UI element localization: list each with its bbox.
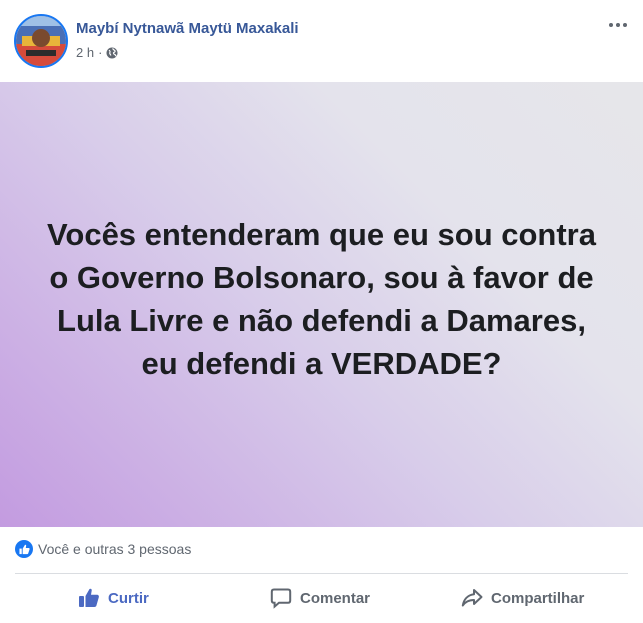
like-label: Curtir [108, 589, 149, 607]
more-dot [623, 23, 627, 27]
post-header: Maybí Nytnawã Maytü Maxakali 2 h · [0, 0, 643, 80]
share-icon [461, 587, 483, 609]
divider [15, 573, 628, 574]
facebook-post: Maybí Nytnawã Maytü Maxakali 2 h · Vocês… [0, 0, 643, 623]
post-content-background: Vocês entenderam que eu sou contra o Gov… [0, 82, 643, 527]
meta-separator: · [98, 45, 103, 60]
like-icon [15, 540, 33, 558]
comment-label: Comentar [300, 589, 371, 607]
avatar[interactable] [14, 14, 68, 68]
share-label: Compartilhar [491, 589, 585, 607]
post-timestamp[interactable]: 2 h [76, 45, 94, 60]
reactions-summary[interactable]: Você e outras 3 pessoas [15, 537, 191, 561]
post-actions: Curtir Comentar Compartilhar [0, 578, 643, 618]
more-dot [609, 23, 613, 27]
more-options-button[interactable] [605, 16, 631, 34]
post-meta: 2 h · [76, 45, 118, 60]
more-dot [616, 23, 620, 27]
reactions-summary-text: Você e outras 3 pessoas [38, 541, 192, 557]
post-text: Vocês entenderam que eu sou contra o Gov… [47, 216, 596, 381]
comment-icon [270, 587, 292, 609]
like-button[interactable]: Curtir [78, 578, 149, 618]
author-name[interactable]: Maybí Nytnawã Maytü Maxakali [76, 20, 299, 37]
share-button[interactable]: Compartilhar [461, 578, 584, 618]
thumbs-up-icon [78, 587, 100, 609]
comment-button[interactable]: Comentar [270, 578, 370, 618]
globe-icon[interactable] [106, 47, 118, 59]
